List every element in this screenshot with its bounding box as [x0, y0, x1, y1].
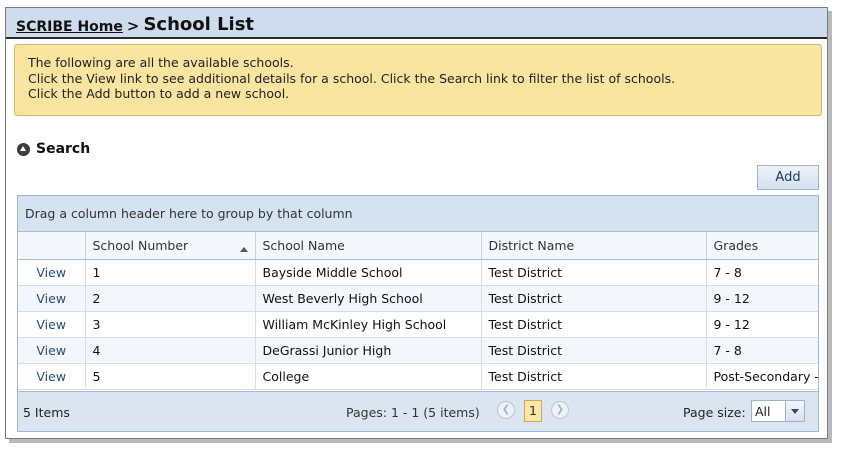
- view-link[interactable]: View: [36, 369, 66, 384]
- page-size-select[interactable]: All: [751, 400, 805, 422]
- grades-cell: 7 - 8: [706, 337, 818, 364]
- collapse-up-circle-icon[interactable]: [17, 142, 30, 156]
- items-count: 5 Items: [23, 405, 70, 420]
- schools-table: School Number School Name District Name …: [18, 232, 818, 390]
- chevron-down-icon[interactable]: [785, 401, 804, 421]
- school-number-cell: 4: [85, 337, 256, 364]
- info-line: Click the View link to see additional de…: [28, 70, 676, 86]
- table-row: View 2 West Beverly High School Test Dis…: [18, 285, 818, 312]
- column-header-grades[interactable]: Grades: [706, 232, 818, 260]
- view-link[interactable]: View: [36, 291, 66, 306]
- info-line: The following are all the available scho…: [28, 55, 294, 70]
- school-name-cell: College: [255, 363, 482, 390]
- school-number-cell: 5: [85, 363, 256, 390]
- column-header-district-name[interactable]: District Name: [481, 232, 707, 260]
- view-link[interactable]: View: [36, 317, 66, 332]
- page-title: School List: [143, 14, 255, 35]
- sort-ascending-icon: [239, 246, 248, 252]
- search-toggle[interactable]: Search: [17, 141, 90, 157]
- district-name-cell: Test District: [481, 259, 707, 286]
- previous-page-icon[interactable]: ❮: [497, 401, 515, 419]
- grades-cell: 9 - 12: [706, 285, 818, 312]
- grades-cell: 7 - 8: [706, 259, 818, 286]
- header-row: School Number School Name District Name …: [18, 232, 818, 260]
- app-window: SCRIBE Home > School List The following ar…: [5, 7, 828, 439]
- table-row: View 4 DeGrassi Junior High Test Distric…: [18, 337, 818, 364]
- view-cell: View: [18, 337, 86, 364]
- view-cell: View: [18, 285, 86, 312]
- breadcrumb: SCRIBE Home > School List: [16, 14, 255, 36]
- column-header-school-number[interactable]: School Number: [85, 232, 256, 260]
- add-button[interactable]: Add: [757, 165, 819, 190]
- table-row: View 1 Bayside Middle School Test Distri…: [18, 259, 818, 286]
- view-link[interactable]: View: [36, 265, 66, 280]
- table-row: View 3 William McKinley High School Test…: [18, 311, 818, 338]
- school-number-cell: 3: [85, 311, 256, 338]
- next-page-icon[interactable]: ❯: [551, 401, 569, 419]
- page-header: SCRIBE Home > School List: [6, 8, 827, 39]
- school-number-cell: 2: [85, 285, 256, 312]
- info-line: Click the Add button to add a new school…: [28, 86, 290, 101]
- grades-cell: 9 - 12: [706, 311, 818, 338]
- search-label[interactable]: Search: [36, 141, 90, 157]
- school-number-cell: 1: [85, 259, 256, 286]
- table-row: View 5 College Test District Post-Second…: [18, 363, 818, 390]
- school-name-cell: DeGrassi Junior High: [255, 337, 482, 364]
- action-column-header: [18, 232, 86, 260]
- group-by-panel[interactable]: Drag a column header here to group by th…: [18, 196, 818, 232]
- district-name-cell: Test District: [481, 363, 707, 390]
- page-size-label: Page size:: [683, 405, 746, 420]
- view-link[interactable]: View: [36, 343, 66, 358]
- district-name-cell: Test District: [481, 285, 707, 312]
- breadcrumb-home-link[interactable]: SCRIBE Home: [16, 19, 123, 35]
- breadcrumb-separator: >: [126, 17, 140, 35]
- pages-info: Pages: 1 - 1 (5 items): [346, 405, 480, 420]
- school-name-cell: West Beverly High School: [255, 285, 482, 312]
- page-size-value[interactable]: All: [755, 404, 771, 419]
- column-header-label[interactable]: School Number: [93, 238, 189, 253]
- district-name-cell: Test District: [481, 311, 707, 338]
- info-panel: The following are all the available scho…: [14, 44, 822, 116]
- current-page-button[interactable]: 1: [524, 400, 542, 422]
- school-name-cell: Bayside Middle School: [255, 259, 482, 286]
- view-cell: View: [18, 363, 86, 390]
- grid-pager: 5 Items Pages: 1 - 1 (5 items) ❮ 1 ❯ Pag…: [18, 391, 818, 431]
- district-name-cell: Test District: [481, 337, 707, 364]
- grades-cell: Post-Secondary -: [706, 363, 818, 390]
- school-name-cell: William McKinley High School: [255, 311, 482, 338]
- schools-grid: Drag a column header here to group by th…: [17, 195, 819, 432]
- view-cell: View: [18, 311, 86, 338]
- column-header-school-name[interactable]: School Name: [255, 232, 482, 260]
- view-cell: View: [18, 259, 86, 286]
